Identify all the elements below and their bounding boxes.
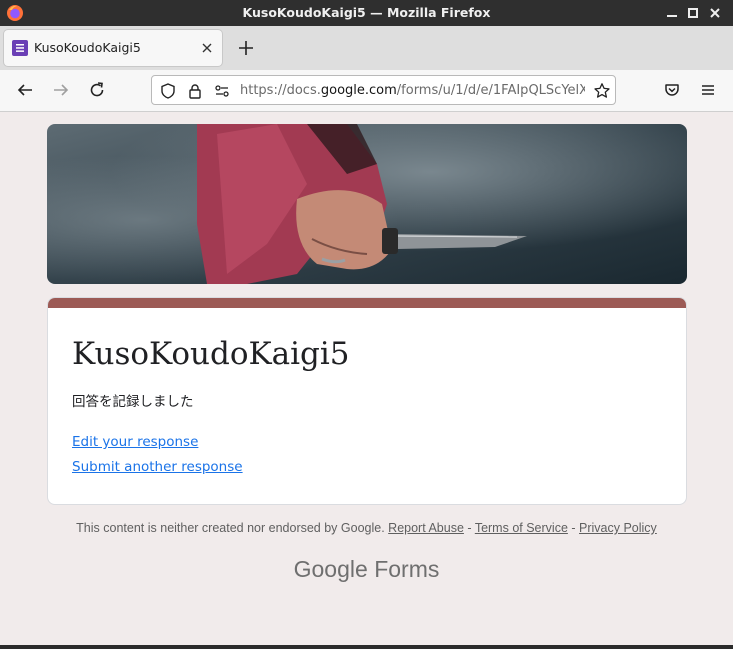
form-title: KusoKoudoKaigi5 (72, 336, 350, 372)
logo-forms-text: Forms (374, 556, 440, 582)
pocket-icon[interactable] (662, 80, 682, 100)
footer-disclaimer: This content is neither created nor endo… (0, 521, 733, 535)
submit-another-response-link[interactable]: Submit another response (72, 459, 243, 475)
new-tab-icon[interactable] (236, 38, 256, 58)
minimize-icon[interactable] (663, 4, 681, 22)
google-forms-logo[interactable]: Google Forms (0, 556, 733, 583)
window-title: KusoKoudoKaigi5 — Mozilla Firefox (242, 5, 491, 20)
card-accent-bar (48, 298, 686, 308)
privacy-policy-link[interactable]: Privacy Policy (579, 521, 657, 535)
url-domain: google.com (320, 83, 397, 98)
window-bottom-frame (0, 645, 733, 649)
shield-icon[interactable] (159, 82, 177, 100)
tab-close-icon[interactable] (200, 41, 214, 55)
url-bar[interactable]: https://docs.google.com/forms/u/1/d/e/1F… (151, 75, 616, 105)
report-abuse-link[interactable]: Report Abuse (388, 521, 464, 535)
form-response-card: KusoKoudoKaigi5 回答を記録しました Edit your resp… (47, 297, 687, 505)
tab-strip: KusoKoudoKaigi5 (0, 26, 733, 70)
terms-of-service-link[interactable]: Terms of Service (475, 521, 568, 535)
forward-arrow-icon[interactable] (51, 80, 71, 100)
window-titlebar: KusoKoudoKaigi5 — Mozilla Firefox (0, 0, 733, 26)
lock-icon[interactable] (186, 82, 204, 100)
footer-separator: - (567, 521, 580, 535)
edit-response-link[interactable]: Edit your response (72, 434, 198, 450)
bookmark-star-icon[interactable] (593, 82, 611, 100)
page-content: KusoKoudoKaigi5 回答を記録しました Edit your resp… (0, 112, 733, 645)
logo-google-text: Google (293, 556, 368, 582)
navigation-toolbar: https://docs.google.com/forms/u/1/d/e/1F… (0, 70, 733, 112)
maximize-icon[interactable] (684, 4, 702, 22)
permissions-icon[interactable] (213, 82, 231, 100)
header-banner-image (47, 124, 687, 284)
reload-icon[interactable] (87, 80, 107, 100)
url-prefix: https://docs. (240, 83, 321, 98)
url-text[interactable]: https://docs.google.com/forms/u/1/d/e/1F… (240, 83, 585, 98)
disclaimer-text: This content is neither created nor endo… (76, 521, 385, 535)
close-window-icon[interactable] (706, 4, 724, 22)
tab-active[interactable]: KusoKoudoKaigi5 (4, 30, 222, 66)
google-forms-icon (12, 40, 28, 56)
url-path: /forms/u/1/d/e/1FAIpQLScYelXlyuG (396, 83, 585, 98)
footer-separator: - (463, 521, 475, 535)
tab-title: KusoKoudoKaigi5 (34, 40, 141, 55)
confirmation-message: 回答を記録しました (72, 394, 194, 410)
hamburger-menu-icon[interactable] (698, 80, 718, 100)
back-arrow-icon[interactable] (15, 80, 35, 100)
